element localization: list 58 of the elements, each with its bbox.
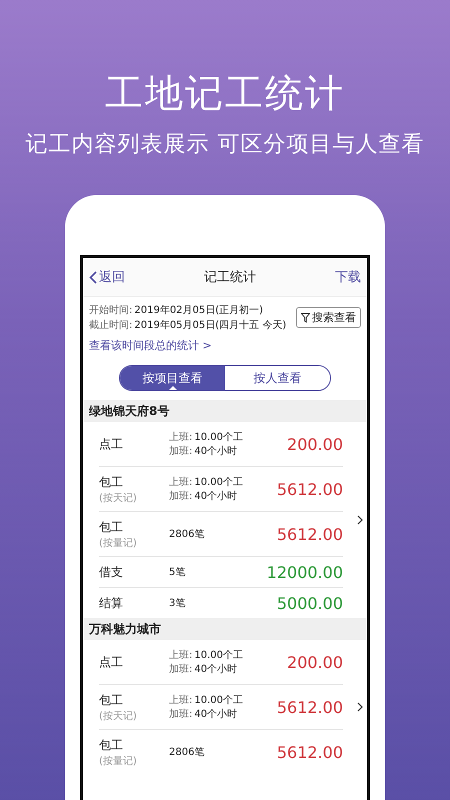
detail-label: 上班: [169, 694, 192, 707]
chevron-right-icon[interactable] [357, 702, 363, 712]
row-title: 点工 [99, 436, 124, 452]
detail-value: 40个小时 [194, 708, 238, 721]
detail-label: 加班: [169, 662, 192, 676]
back-chevron-icon [89, 270, 97, 284]
row-title: 包工 [99, 736, 124, 754]
end-date: 2019年05月05日(四月十五 今天) [134, 318, 286, 332]
detail-value: 40个小时 [194, 444, 238, 458]
record-count: 2806笔 [169, 746, 206, 759]
back-button[interactable]: 返回 [89, 268, 125, 286]
row-note: (按量记) [99, 754, 138, 768]
amount: 200.00 [287, 652, 343, 672]
amount: 5612.00 [276, 742, 343, 762]
chevron-right-icon[interactable] [357, 515, 363, 525]
detail-label: 加班: [169, 708, 192, 721]
row-title: 包工 [99, 692, 124, 708]
row-note: (按天记) [99, 710, 138, 722]
record-count: 3笔 [169, 597, 186, 610]
record-count: 5笔 [169, 566, 186, 579]
filter-icon [301, 312, 310, 322]
detail-label: 加班: [169, 444, 192, 458]
amount: 12000.00 [266, 562, 343, 582]
row-title: 包工 [99, 518, 124, 536]
row-title: 包工 [99, 474, 124, 490]
view-tab[interactable]: 按项目查看 [120, 366, 225, 390]
detail-label: 加班: [169, 490, 192, 503]
amount: 5612.00 [276, 480, 343, 498]
amount: 200.00 [287, 434, 343, 454]
start-label: 开始时间: [89, 304, 132, 317]
detail-value: 10.00个工 [194, 694, 244, 707]
row-title: 点工 [99, 654, 124, 670]
download-button[interactable]: 下载 [335, 268, 361, 286]
detail-value: 10.00个工 [194, 476, 244, 489]
detail-label: 上班: [169, 430, 192, 444]
end-label: 截止时间: [89, 318, 132, 332]
screen-title: 记工统计 [204, 269, 256, 286]
subheadline: 记工内容列表展示 可区分项目与人查看 [26, 131, 424, 159]
detail-label: 上班: [169, 476, 192, 489]
row-note: (按量记) [99, 536, 138, 550]
row-title: 借支 [99, 564, 124, 580]
detail-label: 上班: [169, 648, 192, 662]
start-date: 2019年02月05日(正月初一) [134, 304, 264, 317]
amount: 5612.00 [276, 524, 343, 544]
amount: 5612.00 [276, 698, 343, 716]
group-header: 绿地锦天府8号 [83, 400, 367, 422]
summary-link[interactable]: 查看该时间段总的统计 > [83, 332, 367, 359]
detail-value: 10.00个工 [194, 431, 244, 444]
detail-value: 40个小时 [194, 662, 238, 676]
row-note: (按天记) [99, 492, 138, 504]
record-count: 2806笔 [169, 528, 206, 541]
detail-value: 10.00个工 [194, 649, 244, 662]
search-button[interactable]: 搜索查看 [296, 307, 361, 328]
row-title: 结算 [99, 594, 124, 612]
amount: 5000.00 [276, 594, 343, 612]
detail-value: 40个小时 [194, 490, 238, 503]
group-header: 万科魅力城市 [83, 618, 367, 640]
headline: 工地记工统计 [105, 70, 345, 117]
